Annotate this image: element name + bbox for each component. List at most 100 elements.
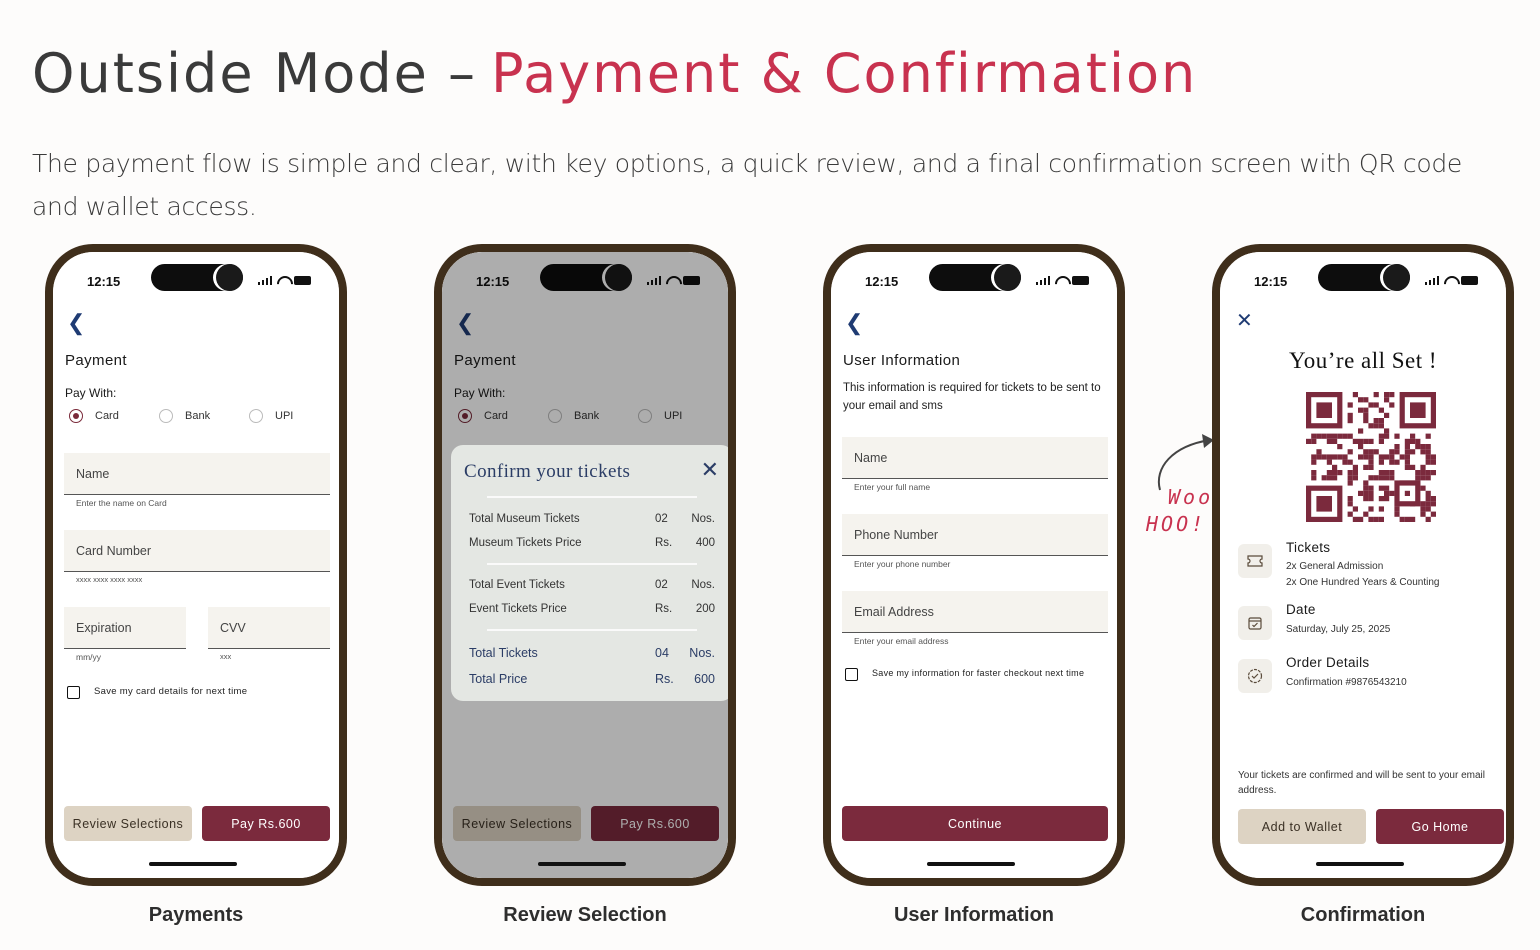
row-unit: Nos.: [691, 579, 715, 591]
page-title: Outside Mode – Payment & Confirmation: [32, 42, 1197, 105]
signal-icon: [1035, 276, 1050, 285]
row-label: Event Tickets Price: [469, 603, 567, 615]
row-label: Total Museum Tickets: [469, 513, 580, 525]
ticket-line: 2x General Admission: [1286, 561, 1384, 572]
field-label: Card Number: [76, 544, 152, 558]
qr-code-icon: [1306, 392, 1436, 522]
page-description: The payment flow is simple and clear, wi…: [32, 149, 1463, 221]
review-selections-button[interactable]: Review Selections: [64, 806, 192, 841]
field-label: Expiration: [76, 621, 132, 635]
screen-title: User Information: [843, 352, 961, 369]
phone-review: 12:15 ❮ Payment Pay With: Card Bank UPI …: [434, 244, 736, 886]
confirmation-title: You’re all Set !: [1288, 348, 1438, 373]
phone-number-hint: Enter your phone number: [854, 559, 951, 569]
radio-upi[interactable]: UPI: [249, 409, 339, 423]
wifi-icon: [277, 276, 289, 285]
phone-payment: 12:15 ❮ Payment Pay With: Card Bank UPI …: [45, 244, 347, 886]
calendar-icon: [1238, 606, 1272, 640]
user-info-screen: 12:15 ❮ User Information This informatio…: [831, 252, 1117, 878]
row-count: 02: [655, 513, 668, 525]
back-chevron-icon[interactable]: ❮: [845, 310, 863, 336]
screen-title: Payment: [65, 352, 127, 369]
phone-user-info: 12:15 ❮ User Information This informatio…: [823, 244, 1125, 886]
checkbox-label: Save my information for faster checkout …: [872, 668, 1085, 678]
card-number-field[interactable]: Card Number: [64, 530, 330, 572]
date-title: Date: [1286, 602, 1316, 617]
ticket-line: 2x One Hundred Years & Counting: [1286, 577, 1440, 588]
battery-icon: [1461, 276, 1478, 285]
row-value: 600: [694, 672, 715, 686]
continue-button[interactable]: Continue: [842, 806, 1108, 841]
row-currency: Rs.: [655, 672, 674, 686]
full-name-hint: Enter your full name: [854, 482, 931, 492]
field-label: CVV: [220, 621, 246, 635]
status-icons: [1035, 276, 1089, 285]
wifi-icon: [1444, 276, 1456, 285]
signal-icon: [257, 276, 272, 285]
home-indicator: [1316, 862, 1404, 866]
confirmation-screen: 12:15 ✕ You’re all Set ! Tickets 2x Gene…: [1220, 252, 1506, 878]
row-unit: Nos.: [691, 513, 715, 525]
order-value: Confirmation #9876543210: [1286, 677, 1407, 688]
save-card-checkbox[interactable]: Save my card details for next time: [67, 686, 247, 699]
wifi-icon: [1055, 276, 1067, 285]
check-badge-icon: [1238, 659, 1272, 693]
name-hint: Enter the name on Card: [76, 498, 167, 508]
row-value: 400: [695, 537, 715, 549]
review-screen: 12:15 ❮ Payment Pay With: Card Bank UPI …: [442, 252, 728, 878]
dynamic-island: [151, 264, 243, 291]
payment-screen: 12:15 ❮ Payment Pay With: Card Bank UPI …: [53, 252, 339, 878]
status-icons: [1424, 276, 1478, 285]
confirm-tickets-modal: Confirm your tickets ✕ Total Museum Tick…: [451, 445, 728, 701]
status-time: 12:15: [87, 274, 121, 289]
field-label: Name: [76, 467, 110, 481]
tickets-title: Tickets: [1286, 540, 1331, 555]
radio-dot-icon: [69, 409, 83, 423]
home-indicator: [927, 862, 1015, 866]
ticket-icon: [1238, 544, 1272, 578]
radio-label: Bank: [185, 410, 211, 422]
email-hint: Enter your email address: [854, 636, 949, 646]
modal-title: Confirm your tickets: [464, 461, 631, 482]
pay-button[interactable]: Pay Rs.600: [202, 806, 330, 841]
card-number-hint: xxxx xxxx xxxx xxxx: [76, 575, 143, 584]
field-label: Phone Number: [854, 528, 939, 542]
confirmation-note: Your tickets are confirmed and will be s…: [1238, 770, 1485, 796]
row-currency: Rs.: [655, 603, 673, 615]
phone-number-field[interactable]: Phone Number: [842, 514, 1108, 556]
radio-dot-icon: [249, 409, 263, 423]
go-home-button[interactable]: Go Home: [1376, 809, 1504, 844]
field-label: Name: [854, 451, 888, 465]
battery-icon: [294, 276, 311, 285]
cvv-hint: xxx: [220, 652, 232, 661]
modal-divider: [487, 629, 697, 631]
radio-label: Card: [95, 410, 119, 422]
name-field[interactable]: Name: [64, 453, 330, 495]
checkbox-icon: [845, 668, 858, 681]
close-icon[interactable]: ✕: [701, 457, 719, 483]
add-to-wallet-button[interactable]: Add to Wallet: [1238, 809, 1366, 844]
radio-bank[interactable]: Bank: [159, 409, 249, 423]
checkbox-icon: [67, 686, 80, 699]
home-indicator: [149, 862, 237, 866]
expiration-field[interactable]: Expiration: [64, 607, 186, 649]
caption-payments: Payments: [148, 904, 244, 926]
modal-divider: [487, 563, 697, 565]
email-field[interactable]: Email Address: [842, 591, 1108, 633]
page-title-topic: Payment & Confirmation: [491, 42, 1198, 105]
back-chevron-icon[interactable]: ❮: [67, 310, 85, 336]
full-name-field[interactable]: Name: [842, 437, 1108, 479]
close-icon[interactable]: ✕: [1236, 308, 1253, 333]
phone-confirmation: 12:15 ✕ You’re all Set ! Tickets 2x Gene…: [1212, 244, 1514, 886]
field-label: Email Address: [854, 605, 934, 619]
order-title: Order Details: [1286, 655, 1370, 670]
row-count: 02: [655, 579, 668, 591]
expiration-hint: mm/yy: [76, 652, 102, 662]
screen-subtitle: This information is required for tickets…: [843, 382, 1101, 412]
radio-card[interactable]: Card: [69, 409, 159, 423]
pay-with-label: Pay With:: [65, 386, 117, 400]
cvv-field[interactable]: CVV: [208, 607, 330, 649]
save-info-checkbox[interactable]: Save my information for faster checkout …: [845, 668, 1095, 681]
row-currency: Rs.: [655, 537, 673, 549]
radio-label: UPI: [275, 410, 294, 422]
